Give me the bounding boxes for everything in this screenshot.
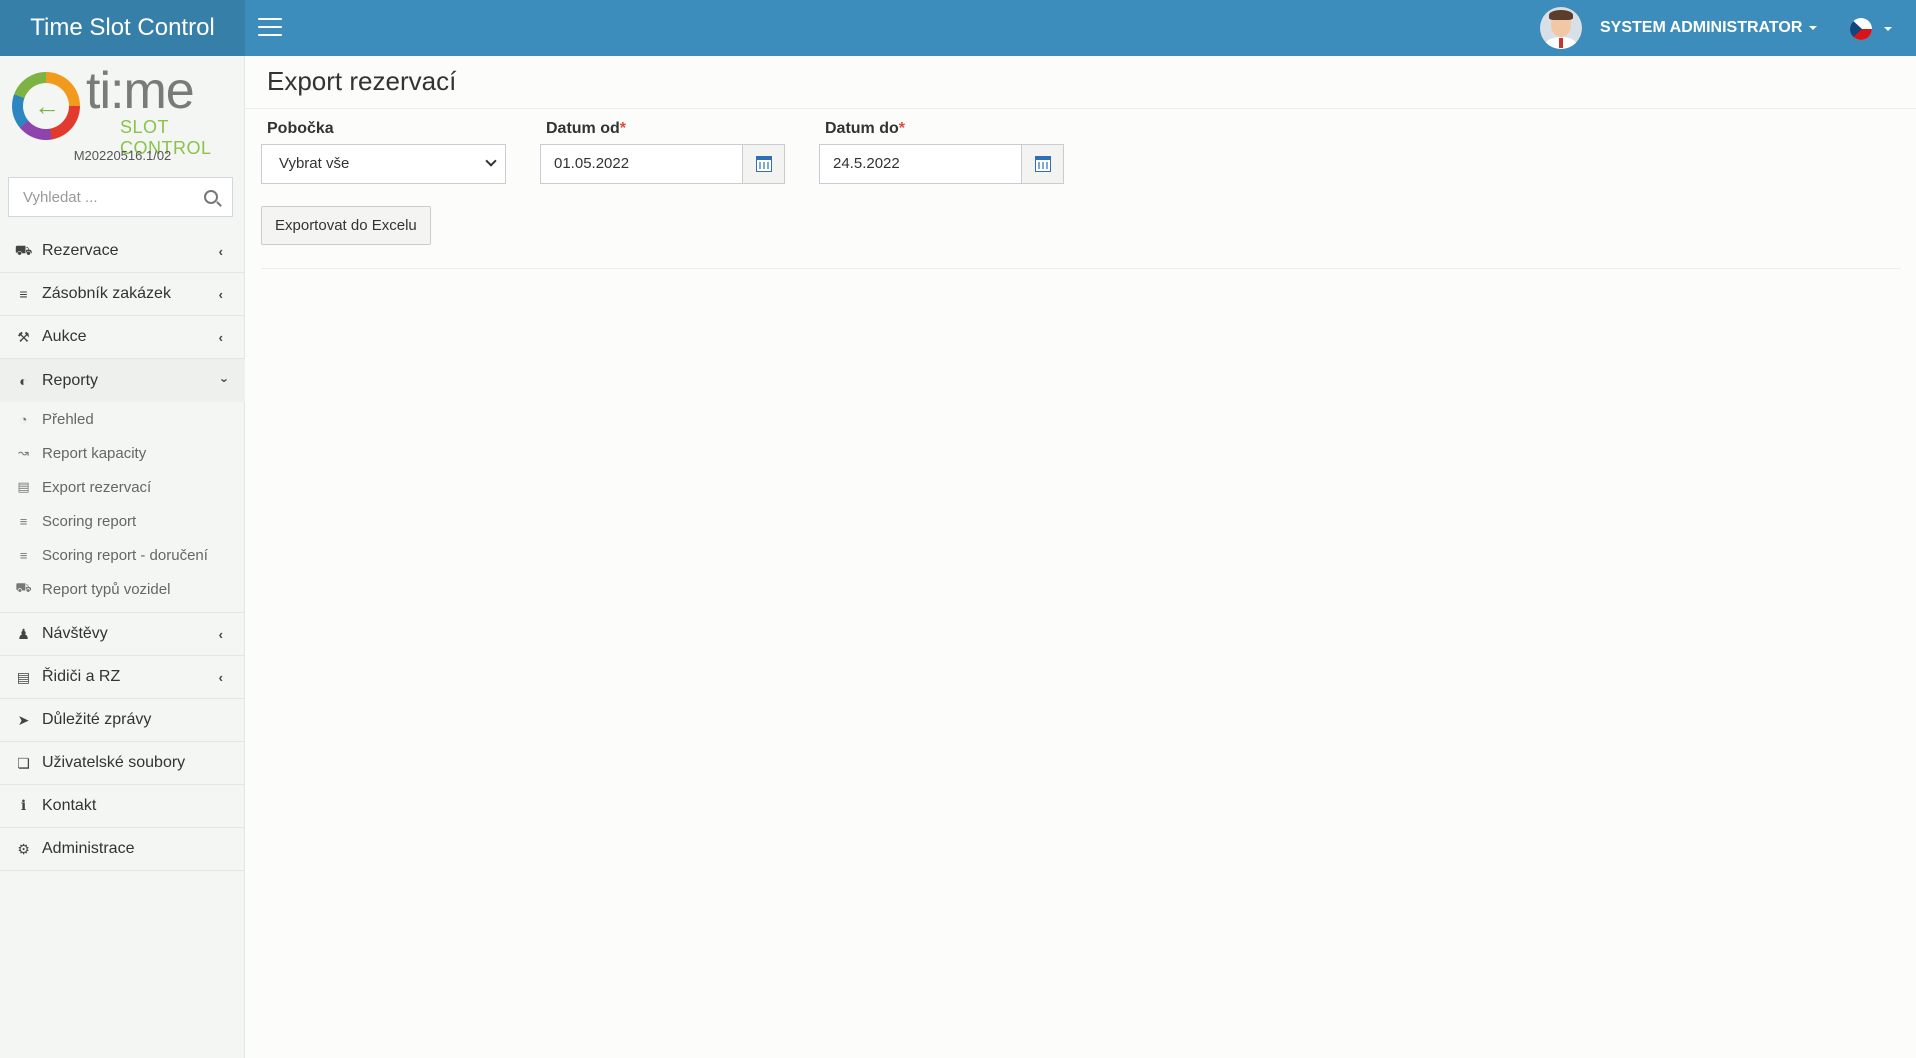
submenu-item-label: Scoring report <box>42 512 137 530</box>
chevron-left-icon: ‹ <box>218 627 223 642</box>
date-to-input[interactable]: 24.5.2022 <box>819 144 1022 184</box>
version-label: M20220516.1/02 <box>73 148 172 163</box>
search-icon[interactable] <box>204 190 218 204</box>
chevron-left-icon: ‹ <box>218 670 223 685</box>
submenu-item-label: Report kapacity <box>42 444 147 462</box>
app-brand[interactable]: Time Slot Control <box>0 0 245 56</box>
user-name: SYSTEM ADMINISTRATOR <box>1600 19 1803 36</box>
sidebar-item-aukce[interactable]: ⚒ Aukce ‹ <box>0 316 245 359</box>
sidebar-menu: ⛟ Rezervace ‹ ≡ Zásobník zakázek ‹ ⚒ Auk… <box>0 230 245 871</box>
gavel-icon: ⚒ <box>17 328 30 345</box>
language-menu[interactable] <box>1850 18 1892 40</box>
info-icon: i <box>20 798 27 814</box>
user-menu[interactable]: SYSTEM ADMINISTRATOR <box>1540 0 1818 56</box>
submenu-item-prehled[interactable]: ◔ Přehled <box>0 402 245 436</box>
caret-down-icon <box>1884 27 1892 31</box>
truck-icon: ⛟ <box>15 580 32 595</box>
stack-icon: ≡ <box>19 286 28 302</box>
chevron-down-icon <box>485 155 497 167</box>
branch-label: Pobočka <box>267 120 334 137</box>
main-content: Export rezervací Pobočka Vybrat vše Datu… <box>245 56 1916 1058</box>
search-input[interactable] <box>9 179 189 215</box>
dashboard-icon: ◔ <box>19 411 28 427</box>
page-title: Export rezervací <box>267 66 457 96</box>
submenu-item-label: Přehled <box>42 410 94 428</box>
sidebar-item-label: Kontakt <box>42 797 97 814</box>
date-from-label-text: Datum od <box>546 120 620 137</box>
czech-flag-icon <box>1850 18 1872 40</box>
sidebar-item-uzivatelske-soubory[interactable]: ❏ Uživatelské soubory <box>0 742 245 785</box>
top-navbar: Time Slot Control SYSTEM ADMINISTRATOR <box>0 0 1916 56</box>
sidebar-item-label: Zásobník zakázek <box>42 285 171 302</box>
id-card-icon: ▤ <box>16 668 31 685</box>
submenu-item-label: Export rezervací <box>42 478 152 496</box>
chevron-left-icon: ‹ <box>218 330 223 345</box>
submenu-item-scoring-report[interactable]: ≡ Scoring report <box>0 504 245 538</box>
reporty-submenu: ◔ Přehled ↝ Report kapacity ▤ Export rez… <box>0 402 245 606</box>
list-ol-icon: ≡ <box>19 547 28 563</box>
sidebar-item-reporty[interactable]: ◐ Reporty ‹ <box>0 359 245 402</box>
date-from-label: Datum od* <box>546 120 626 138</box>
submenu-item-label: Report typů vozidel <box>42 580 171 598</box>
sidebar-item-label: Rezervace <box>42 242 119 259</box>
submenu-item-report-kapacity[interactable]: ↝ Report kapacity <box>0 436 245 470</box>
sidebar-item-label: Důležité zprávy <box>42 711 152 728</box>
sidebar-item-ridici[interactable]: ▤ Řidiči a RZ ‹ <box>0 656 245 699</box>
sidebar-item-dulezite-zpravy[interactable]: ➤ Důležité zprávy <box>0 699 245 742</box>
sidebar-item-kontakt[interactable]: i Kontakt <box>0 785 245 828</box>
logo: ← ti:me SLOT CONTROL <box>12 62 232 158</box>
sidebar-item-label: Řidiči a RZ <box>42 668 121 685</box>
required-mark: * <box>898 120 906 137</box>
sidebar-item-label: Návštěvy <box>42 625 108 642</box>
divider <box>245 108 1916 109</box>
date-to-value: 24.5.2022 <box>833 155 900 172</box>
sidebar-item-rezervace[interactable]: ⛟ Rezervace ‹ <box>0 230 245 273</box>
submenu-item-report-typu-vozidel[interactable]: ⛟ Report typů vozidel <box>0 572 245 606</box>
line-chart-icon: ↝ <box>18 445 29 460</box>
sidebar-item-zasobnik[interactable]: ≡ Zásobník zakázek ‹ <box>0 273 245 316</box>
date-to-calendar-button[interactable] <box>1021 144 1064 184</box>
logo-text: ti:me <box>86 62 195 120</box>
date-from-value: 01.05.2022 <box>554 155 630 172</box>
sidebar-item-administrace[interactable]: ⚙ Administrace <box>0 828 245 871</box>
gear-icon: ⚙ <box>17 840 30 857</box>
calendar-icon <box>756 156 772 172</box>
calendar-icon <box>1035 156 1051 172</box>
export-to-excel-button[interactable]: Exportovat do Excelu <box>261 206 431 245</box>
sidebar-item-label: Administrace <box>42 840 135 857</box>
branch-select-value: Vybrat vše <box>279 155 350 172</box>
sidebar-item-label: Reporty <box>42 371 99 389</box>
files-icon: ❏ <box>17 754 30 771</box>
submenu-item-label: Scoring report - doručení <box>42 546 208 564</box>
truck-icon: ⛟ <box>14 241 33 258</box>
list-ol-icon: ≡ <box>19 513 28 529</box>
chevron-down-icon: ‹ <box>215 378 231 383</box>
sidebar-search <box>8 177 233 217</box>
logo-arrow-icon: ← <box>34 91 60 121</box>
submenu-item-export-rezervaci[interactable]: ▤ Export rezervací <box>0 470 245 504</box>
chevron-left-icon: ‹ <box>218 287 223 302</box>
sidebar-group-reporty: ◐ Reporty ‹ ◔ Přehled ↝ Report kapacity … <box>0 359 245 613</box>
divider <box>261 268 1901 269</box>
branch-select[interactable]: Vybrat vše <box>261 144 506 184</box>
sidebar-item-label: Uživatelské soubory <box>42 754 186 771</box>
caret-down-icon <box>1809 26 1818 30</box>
sidebar-item-navstevy[interactable]: ♟ Návštěvy ‹ <box>0 613 245 656</box>
pie-chart-icon: ◐ <box>19 372 28 389</box>
date-from-calendar-button[interactable] <box>742 144 785 184</box>
date-from-input[interactable]: 01.05.2022 <box>540 144 743 184</box>
submenu-item-scoring-report-doruceni[interactable]: ≡ Scoring report - doručení <box>0 538 245 572</box>
book-icon: ▤ <box>17 479 30 494</box>
required-mark: * <box>619 120 627 137</box>
date-to-label-text: Datum do <box>825 120 899 137</box>
sidebar-item-label: Aukce <box>42 328 87 345</box>
avatar <box>1540 7 1582 49</box>
sidebar: ← ti:me SLOT CONTROL M20220516.1/02 ⛟ Re… <box>0 56 245 1058</box>
users-icon: ♟ <box>17 625 30 642</box>
chevron-left-icon: ‹ <box>218 244 223 259</box>
sidebar-toggle-icon[interactable] <box>258 18 282 38</box>
megaphone-icon: ➤ <box>17 711 30 728</box>
date-to-label: Datum do* <box>825 120 905 138</box>
